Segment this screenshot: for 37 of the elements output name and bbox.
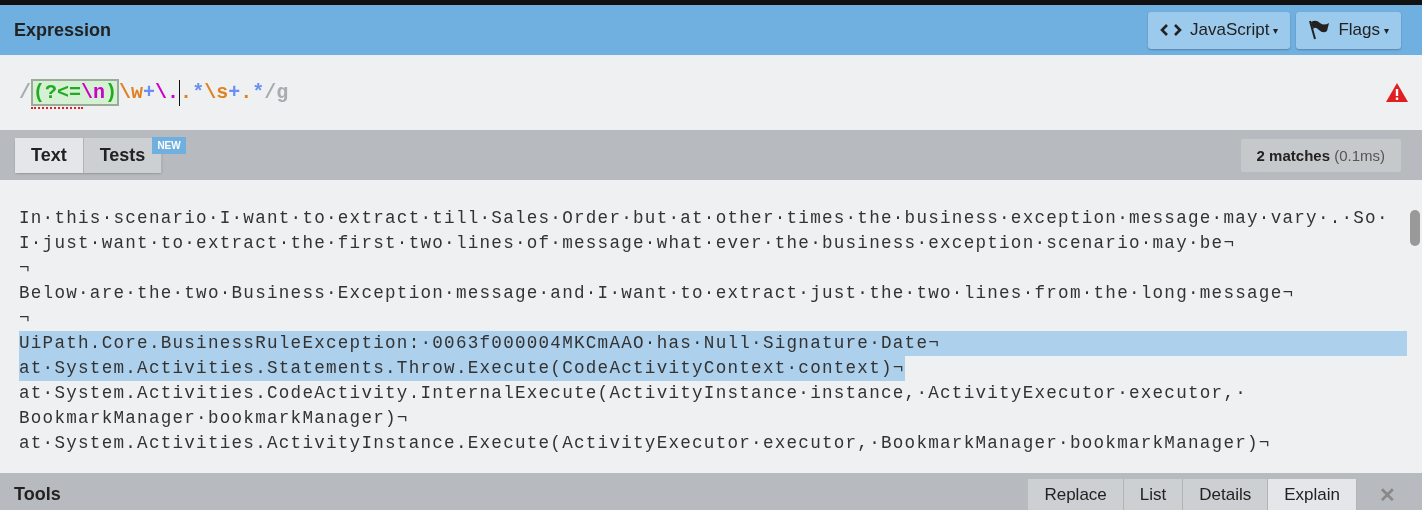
text-line: In·this·scenario·I·want·to·extract·till·Sales·Order·but·at·other·times·the·business·exception·message·may·vary·.·So· — [19, 207, 1389, 230]
regex-token: * — [192, 81, 205, 104]
tools-title: Tools — [14, 484, 61, 505]
regex-token: \w — [119, 81, 144, 104]
flags-button[interactable]: Flags ▾ — [1296, 11, 1401, 49]
tool-tab[interactable]: Explain — [1268, 479, 1357, 510]
text-line: ¬ — [19, 257, 31, 280]
code-icon — [1160, 23, 1183, 37]
tool-tab[interactable]: Replace — [1028, 479, 1124, 510]
regex-token: \. — [155, 81, 180, 104]
regex-token: (?<= — [33, 81, 82, 104]
regex-token: \n — [81, 81, 106, 104]
scrollbar-thumb[interactable] — [1410, 210, 1420, 246]
tab[interactable]: Text — [15, 137, 84, 173]
regex-token: ) — [105, 81, 118, 104]
match-count: 2 matches (0.1ms) — [1240, 138, 1401, 172]
tool-tab[interactable]: Details — [1183, 479, 1269, 510]
regex-token: . — [180, 81, 193, 104]
regex-token: . — [240, 81, 253, 104]
text-line: at·System.Activities.CodeActivity.InternalExecute(ActivityInstance·instance,·ActivityExecutor·executor,· — [19, 382, 1248, 405]
text-line: BookmarkManager·bookmarkManager)¬ — [19, 407, 409, 430]
regex-token: /g — [264, 81, 289, 104]
text-line: ¬ — [19, 307, 31, 330]
text-line: at·System.Activities.ActivityInstance.Execute(ActivityExecutor·executor,·BookmarkManager·bookmarkManager)¬ — [19, 432, 1271, 455]
text-line: I·just·want·to·extract·the·first·two·lines·of·message·what·ever·the·business·exception·scenario·may·be¬ — [19, 232, 1236, 255]
regex-token: / — [19, 81, 31, 104]
flag-icon — [1308, 20, 1331, 40]
text-line: Below·are·the·two·Business·Exception·message·and·I·want·to·extract·just·the·two·lines·from·the·long·message¬ — [19, 282, 1295, 305]
regex-token: + — [228, 81, 241, 104]
text-cursor — [179, 79, 181, 106]
regex-token: + — [143, 81, 156, 104]
language-button[interactable]: JavaScript ▾ — [1148, 11, 1291, 49]
tool-tab[interactable]: List — [1123, 479, 1184, 510]
new-badge: NEW — [152, 136, 186, 154]
regex-token: \s — [204, 81, 229, 104]
section-title: Expression — [14, 19, 112, 41]
regex-token: * — [252, 81, 265, 104]
